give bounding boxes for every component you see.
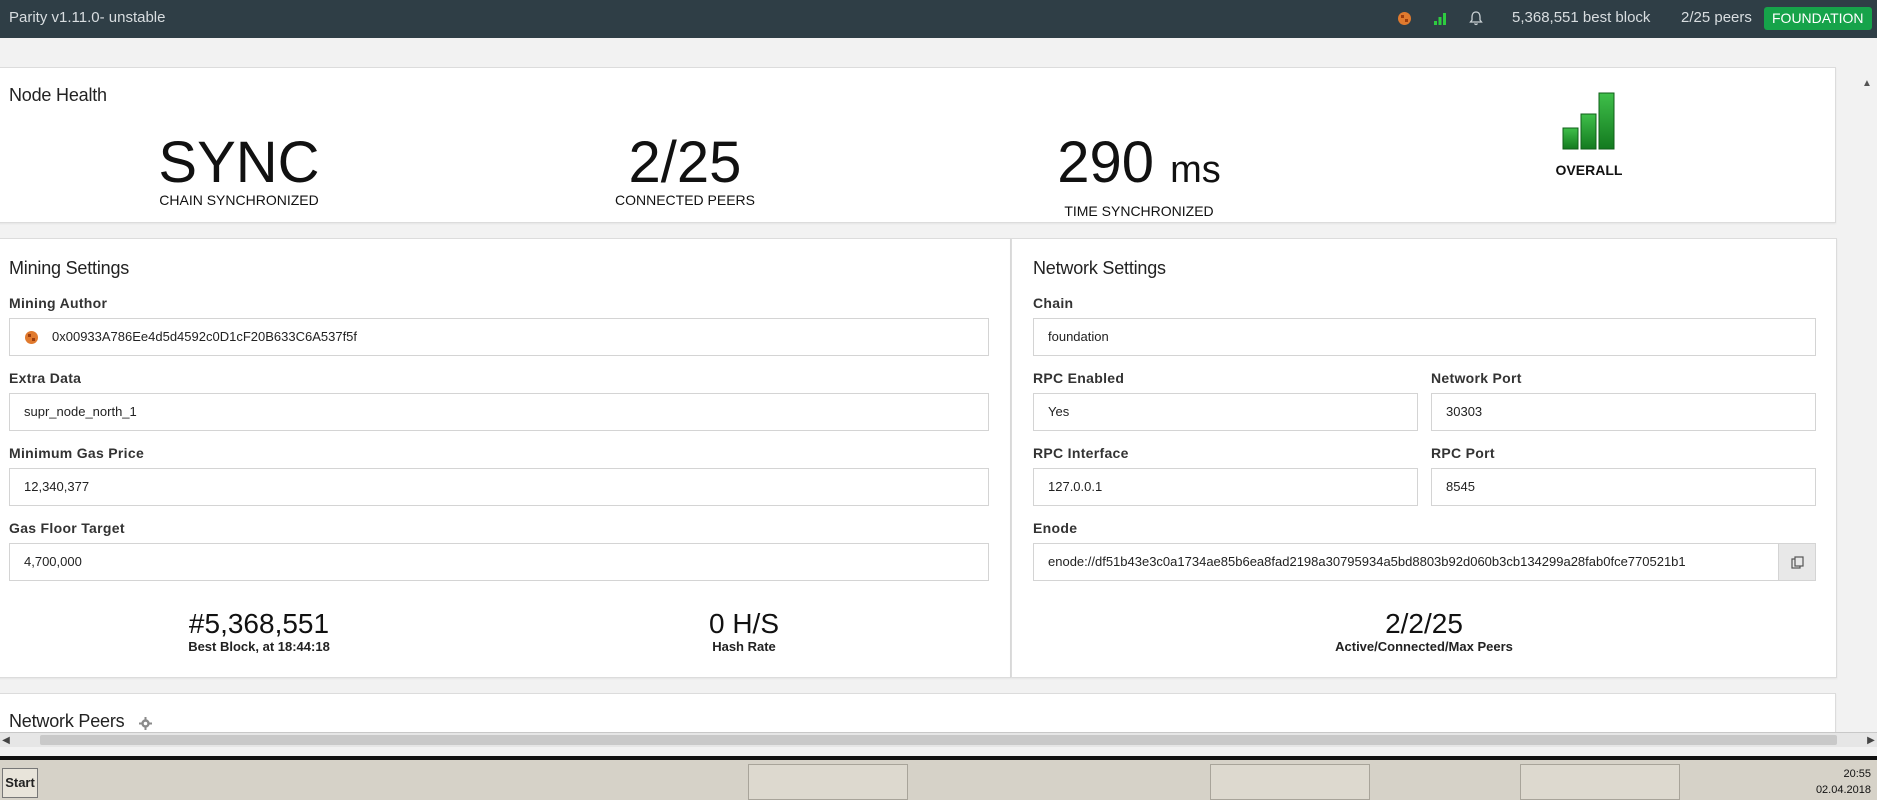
- node-health-title: Node Health: [9, 85, 107, 105]
- mining-author-field[interactable]: 0x00933A786Ee4d5d4592c0D1cF20B633C6A537f…: [9, 318, 989, 356]
- extra-data-label: Extra Data: [9, 370, 82, 386]
- bell-icon[interactable]: [1468, 10, 1484, 26]
- clock-date: 02.04.2018: [1815, 784, 1871, 796]
- header-icons: [1396, 10, 1484, 26]
- best-block-status: 5,368,551 best block: [1512, 9, 1651, 26]
- rpc-interface-label: RPC Interface: [1033, 445, 1129, 461]
- copy-icon: [1790, 555, 1804, 569]
- peers-caption: CONNECTED PEERS: [614, 192, 756, 208]
- taskbar-item[interactable]: [1520, 764, 1680, 800]
- time-unit: ms: [1170, 149, 1221, 191]
- peers-status: 2/25 peers: [1681, 9, 1752, 26]
- network-peers-card: Network Peers: [0, 693, 1836, 732]
- mining-author-value: 0x00933A786Ee4d5d4592c0D1cF20B633C6A537f…: [52, 329, 358, 344]
- network-settings-card: Network Settings Chain foundation RPC En…: [1011, 238, 1837, 678]
- mining-settings-title: Mining Settings: [9, 258, 130, 278]
- chain-label: Chain: [1033, 295, 1074, 311]
- network-peers-title: Network Peers: [9, 711, 125, 731]
- extra-data-field[interactable]: supr_node_north_1: [9, 393, 989, 431]
- network-settings-title: Network Settings: [1033, 258, 1166, 278]
- peers-metric: 2/25 CONNECTED PEERS: [595, 130, 775, 209]
- best-block-stat: #5,368,551 Best Block, at 18:44:18: [129, 608, 389, 655]
- chain-field[interactable]: foundation: [1033, 318, 1816, 356]
- min-gas-price-label: Minimum Gas Price: [9, 445, 145, 461]
- clock: 20:55 02.04.2018: [1816, 766, 1871, 798]
- network-port-label: Network Port: [1431, 370, 1522, 386]
- taskbar-item[interactable]: [1210, 764, 1370, 800]
- horizontal-scrollbar[interactable]: ◀ ▶: [0, 732, 1877, 747]
- hash-rate-label: Hash Rate: [712, 639, 776, 654]
- time-value: 290: [1057, 130, 1154, 195]
- scroll-up-arrow[interactable]: ▲: [1862, 78, 1872, 89]
- node-health-card: Node Health SYNC CHAIN SYNCHRONIZED 2/25…: [0, 67, 1836, 223]
- scroll-left-arrow[interactable]: ◀: [0, 733, 12, 748]
- time-metric: 290 ms TIME SYNCHRONIZED: [1039, 130, 1239, 220]
- network-port-field[interactable]: 30303: [1431, 393, 1816, 431]
- author-identicon: [25, 331, 38, 344]
- app-header: Parity v1.11.0- unstable 5,368,551 best …: [0, 0, 1877, 38]
- status-page: Node Health SYNC CHAIN SYNCHRONIZED 2/25…: [0, 38, 1877, 732]
- app-title: Parity v1.11.0- unstable: [9, 9, 166, 26]
- taskbar-item[interactable]: [748, 764, 908, 800]
- min-gas-price-field[interactable]: 12,340,377: [9, 468, 989, 506]
- peers-stat: 2/2/25 Active/Connected/Max Peers: [1274, 608, 1574, 655]
- scrollbar-thumb[interactable]: [40, 735, 1837, 745]
- start-button[interactable]: Start: [2, 768, 38, 798]
- identicon[interactable]: [1396, 10, 1412, 26]
- enode-field[interactable]: enode://df51b43e3c0a1734ae85b6ea8fad2198…: [1033, 543, 1779, 581]
- best-block-label: Best Block, at 18:44:18: [188, 639, 330, 654]
- active-peers-value: 2/2/25: [1385, 608, 1463, 639]
- time-caption: TIME SYNCHRONIZED: [1064, 203, 1214, 219]
- hash-rate-stat: 0 H/S Hash Rate: [644, 608, 844, 655]
- hash-rate-value: 0 H/S: [708, 608, 780, 639]
- enode-label: Enode: [1033, 520, 1078, 536]
- mining-author-label: Mining Author: [9, 295, 108, 311]
- rpc-enabled-field[interactable]: Yes: [1033, 393, 1418, 431]
- scroll-right-arrow[interactable]: ▶: [1865, 733, 1877, 748]
- signal-bars-icon[interactable]: [1432, 10, 1448, 26]
- mining-settings-card: Mining Settings Mining Author 0x00933A78…: [0, 238, 1011, 678]
- rpc-enabled-label: RPC Enabled: [1033, 370, 1125, 386]
- rpc-port-label: RPC Port: [1431, 445, 1495, 461]
- sync-metric: SYNC CHAIN SYNCHRONIZED: [139, 130, 339, 209]
- overall-health-bars-icon: [1562, 92, 1615, 150]
- copy-enode-button[interactable]: [1778, 543, 1816, 581]
- overall-metric: OVERALL: [1529, 92, 1649, 178]
- peers-value: 2/25: [628, 130, 742, 195]
- clock-time: 20:55: [1843, 768, 1871, 780]
- best-block-value: #5,368,551: [188, 608, 330, 639]
- sync-caption: CHAIN SYNCHRONIZED: [159, 192, 319, 208]
- rpc-port-field[interactable]: 8545: [1431, 468, 1816, 506]
- taskbar: Start 20:55 02.04.2018: [0, 756, 1877, 800]
- sync-value: SYNC: [158, 130, 320, 195]
- gas-floor-field[interactable]: 4,700,000: [9, 543, 989, 581]
- gas-floor-label: Gas Floor Target: [9, 520, 125, 536]
- gear-icon[interactable]: [139, 717, 152, 730]
- overall-caption: OVERALL: [1555, 162, 1623, 178]
- rpc-interface-field[interactable]: 127.0.0.1: [1033, 468, 1418, 506]
- chain-badge: FOUNDATION: [1764, 7, 1872, 30]
- active-peers-label: Active/Connected/Max Peers: [1335, 639, 1513, 654]
